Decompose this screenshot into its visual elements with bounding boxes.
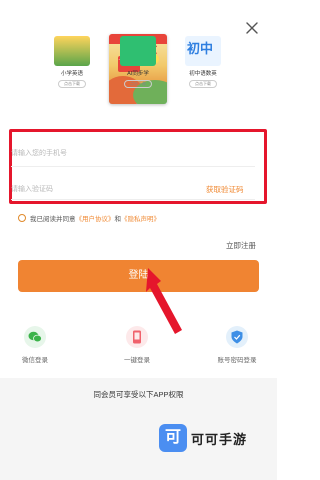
app-thumbnail[interactable] [120,36,156,66]
watermark-logo: 可 [159,424,187,452]
agreement-prefix: 我已阅读并同意 [30,216,76,223]
app-name: 初中语数英 [189,71,217,77]
register-link[interactable]: 立即注册 [226,240,256,251]
wechat-login[interactable]: 微信登录 [11,326,59,364]
privacy-policy-link[interactable]: 《隐私声明》 [121,213,160,223]
watermark: 可 可可手游 [159,424,247,452]
close-icon [246,22,258,34]
user-agreement-link[interactable]: 《用户协议》 [76,213,115,223]
download-button[interactable]: 点击下载 [124,80,152,88]
divider [11,166,255,167]
agreement-radio[interactable] [18,214,26,222]
verification-code-input[interactable] [11,178,191,201]
password-login[interactable]: 账号密码登录 [213,326,261,364]
member-apps-heading: 同会员可享受以下APP权限 [93,390,184,399]
app-badge: 初中 [187,41,214,56]
app-card[interactable]: 小学英语 点击下载 [50,36,94,88]
wechat-icon[interactable] [24,326,46,348]
app-name: AI同步学 [127,71,149,77]
password-login-label: 账号密码登录 [217,357,257,364]
close-button[interactable] [244,20,260,36]
code-field[interactable] [11,178,191,201]
wechat-login-label: 微信登录 [22,357,48,364]
app-card[interactable]: 初中 初中语数英 点击下载 [181,36,225,88]
divider [11,199,255,200]
app-thumbnail[interactable] [54,36,90,66]
app-thumbnail[interactable]: 初中 [185,36,221,66]
one-click-login-label: 一键登录 [124,357,150,364]
app-name: 小学英语 [60,71,83,77]
agreement-row: 我已阅读并同意 《用户协议》 和 《隐私声明》 [18,212,160,224]
get-code-button[interactable]: 获取验证码 [206,184,244,195]
app-card[interactable]: AI同步学 点击下载 [116,36,160,88]
one-click-login[interactable]: 一键登录 [113,326,161,364]
shield-icon[interactable] [226,326,248,348]
watermark-text: 可可手游 [191,431,248,447]
phone-input[interactable] [11,142,247,165]
download-button[interactable]: 点击下载 [58,80,86,88]
phone-field[interactable] [11,142,247,165]
download-button[interactable]: 点击下载 [189,80,217,88]
login-button[interactable]: 登陆 [18,260,259,292]
phone-icon[interactable] [126,326,148,348]
